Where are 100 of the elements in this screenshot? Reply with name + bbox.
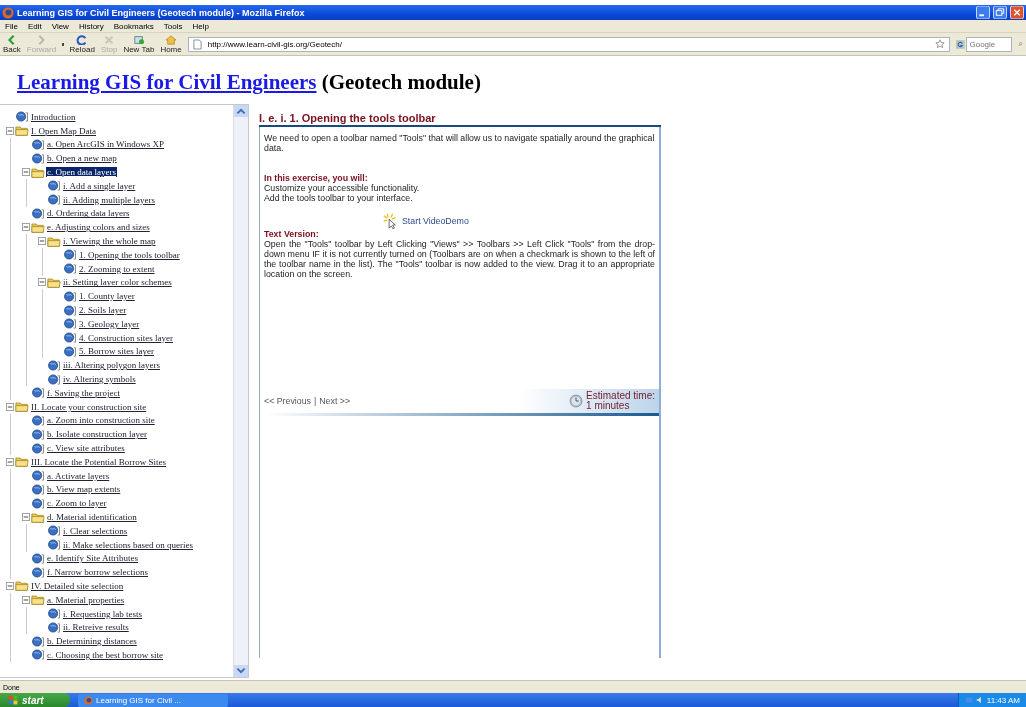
tree-item[interactable]: 4. Construction sites layer [78,332,174,343]
tree-item[interactable]: i. Add a single layer [62,180,137,191]
globe-page-icon [31,442,45,454]
star-icon[interactable] [934,39,945,49]
globe-page-icon [47,608,61,620]
search-field[interactable]: Google [965,36,1013,52]
expander-icon[interactable] [38,237,46,246]
video-demo-link[interactable]: Start VideoDemo [402,216,469,226]
tree-item[interactable]: II. Locate your construction site [30,401,148,412]
tree-item[interactable]: 1. County layer [78,291,136,302]
folder-icon [15,401,29,413]
menu-item[interactable]: File [5,21,18,31]
previous-link[interactable]: << Previous [264,396,311,406]
expander-icon[interactable] [6,582,14,590]
globe-page-icon [47,539,61,551]
search-icon[interactable] [1018,39,1023,49]
menu-item[interactable]: Help [192,21,209,31]
next-link[interactable]: Next >> [319,396,351,406]
tree-item[interactable]: IV. Detailed site selection [30,581,125,591]
expander-icon[interactable] [38,278,46,287]
tree-item[interactable]: 2. Soils layer [78,305,128,316]
globe-page-icon [63,249,77,261]
tree-item[interactable]: i. Requesting lab tests [62,608,143,619]
tree-item[interactable]: a. Material properties [46,594,126,605]
globe-page-icon [63,332,77,344]
home-icon [165,34,178,45]
clock-icon [569,394,584,408]
tree-item[interactable]: a. Zoom into construction site [46,415,156,426]
cursor-sparkle-icon [382,213,398,229]
scroll-up-icon[interactable] [234,105,248,117]
tree-item[interactable]: c. Zoom to layer [46,498,108,509]
tree-item[interactable]: b. Determining distances [46,636,138,647]
globe-page-icon [47,621,61,633]
globe-page-icon [31,428,45,440]
start-button[interactable]: start [0,693,70,707]
scroll-down-icon[interactable] [234,665,248,677]
close-button[interactable] [1010,6,1024,19]
tree-item[interactable]: e. Identify Site Attributes [46,553,139,564]
expander-icon[interactable] [22,595,30,604]
tree-item[interactable]: c. Open data layers [46,167,117,178]
tree-item[interactable]: b. Isolate construction layer [46,429,148,440]
lesson-title: I. e. i. 1. Opening the tools toolbar [259,112,661,127]
globe-page-icon [47,180,61,192]
globe-page-icon [31,566,45,578]
tree-item[interactable]: Introduction [30,111,77,122]
toolbar-button[interactable]: Reload [69,34,95,54]
tree-item[interactable]: 3. Geology layer [78,318,141,329]
globe-page-icon [31,207,45,219]
tree-item[interactable]: c. Choosing the best borrow site [46,649,164,660]
site-title-link[interactable]: Learning GIS for Civil Engineers [17,70,317,94]
expander-icon[interactable] [6,457,14,466]
tree-item[interactable]: c. View site attributes [46,443,126,453]
menu-item[interactable]: Tools [163,21,183,31]
tree-item[interactable]: a. Activate layers [46,470,111,481]
expander-icon[interactable] [22,223,30,232]
folder-icon [31,166,45,178]
expander-icon[interactable] [6,126,14,135]
tree-item[interactable]: ii. Setting layer color schemes [62,277,173,288]
tree-item[interactable]: a. Open ArcGIS in Windows XP [46,139,165,150]
tree-item[interactable]: d. Ordering data layers [46,208,131,219]
tree-item[interactable]: f. Narrow borrow selections [46,567,149,578]
address-field[interactable]: http://www.learn-civil-gis.org/Geotech/ [187,36,950,52]
tree-item[interactable]: 5. Borrow sites layer [78,346,155,357]
globe-page-icon [63,290,77,302]
globe-page-icon [63,345,77,357]
tree-item[interactable]: e. Adjusting colors and sizes [46,222,151,233]
estimated-time-value: 1 minutes [586,401,631,411]
speaker-icon[interactable] [975,696,984,704]
tree-item[interactable]: i. Viewing the whole map [62,236,157,247]
tree-item[interactable]: 1. Opening the tools toolbar [78,249,181,260]
tree-item[interactable]: f. Saving the project [46,387,121,398]
tree-item[interactable]: i. Clear selections [62,525,129,536]
tree-item[interactable]: I. Open Map Data [30,125,97,136]
tree-item[interactable]: iv. Altering symbols [62,374,137,385]
search-engine-icon[interactable] [955,38,965,50]
minimize-button[interactable] [976,6,990,19]
menu-item[interactable]: History [78,21,104,31]
tree-item[interactable]: ii. Make selections based on queries [62,539,194,550]
clock-text: 11:43 AM [986,695,1020,705]
expander-icon[interactable] [22,168,30,177]
tree-item[interactable]: b. View map extents [46,484,122,495]
menu-item[interactable]: Edit [27,21,42,31]
toolbar-button[interactable]: New Tab [123,34,155,54]
expander-icon[interactable] [22,513,30,521]
tree-item[interactable]: 2. Zooming to extent [78,263,156,274]
toolbar-button[interactable]: Back [3,34,21,54]
tree-item[interactable]: III. Locate the Potential Borrow Sites [30,456,167,467]
restore-button[interactable] [993,6,1007,19]
folder-icon [15,580,29,592]
tree-item[interactable]: b. Open a new map [46,153,118,164]
tree-item[interactable]: iii. Altering polygon layers [62,360,161,371]
module-subtitle: (Geotech module) [321,70,481,94]
exercise-item: Customize your accessible functionality. [264,183,421,193]
tree-item[interactable]: ii. Adding multiple layers [62,194,156,205]
tree-item[interactable]: d. Material identification [46,512,138,522]
menu-item[interactable]: View [51,21,69,31]
expander-icon[interactable] [6,402,14,411]
toolbar-button[interactable]: Home [160,34,182,54]
menu-item[interactable]: Bookmarks [113,21,154,31]
tree-item[interactable]: ii. Retreive results [62,622,130,633]
